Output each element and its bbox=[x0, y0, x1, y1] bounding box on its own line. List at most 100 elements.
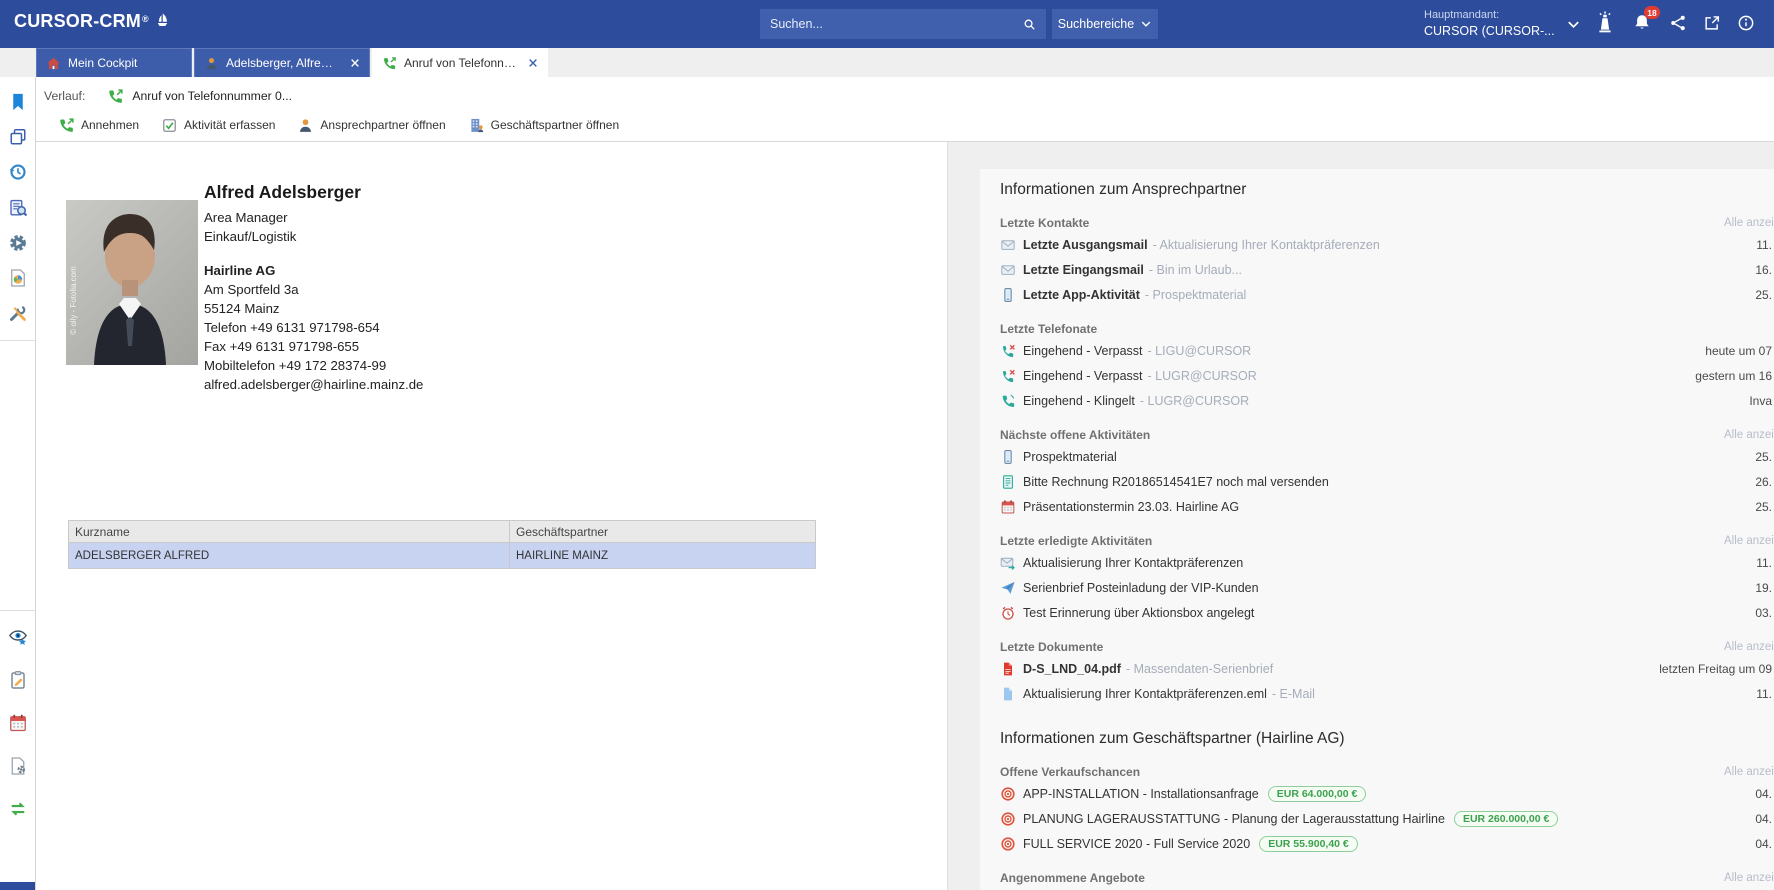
item-text: D-S_LND_04.pdf- Massendaten-Serienbrief bbox=[1023, 662, 1273, 676]
tab-adelsberger-alfred[interactable]: Adelsberger, Alfred, ... bbox=[194, 48, 370, 77]
main-area: © olly - Fotolia.com Alfred Adelsberger … bbox=[36, 142, 1774, 890]
open-in-new-icon[interactable] bbox=[1703, 14, 1721, 32]
contact-street: Am Sportfeld 3a bbox=[204, 280, 423, 299]
item-text: Aktualisierung Ihrer Kontaktpräferenzen.… bbox=[1023, 687, 1315, 701]
sidebar-tools-icon[interactable] bbox=[8, 303, 28, 323]
section-title: Angenommene Angebote bbox=[1000, 871, 1145, 885]
item-text: Bitte Rechnung R20186514541E7 noch mal v… bbox=[1023, 475, 1329, 489]
panel-item[interactable]: APP-INSTALLATION - InstallationsanfrageE… bbox=[1000, 781, 1774, 806]
show-all-link[interactable]: Alle anzeigen bbox=[1724, 872, 1774, 884]
file-icon bbox=[1000, 686, 1016, 702]
contact-company: Hairline AG bbox=[204, 261, 423, 280]
item-date: 26. bbox=[1755, 475, 1774, 489]
item-date: 04. bbox=[1755, 812, 1774, 826]
close-icon[interactable] bbox=[528, 58, 538, 68]
show-all-link[interactable]: Alle anzeigen bbox=[1724, 429, 1774, 441]
contact-department: Einkauf/Logistik bbox=[204, 227, 423, 246]
tab-label: Adelsberger, Alfred, ... bbox=[226, 56, 339, 70]
item-subtitle: - Aktualisierung Ihrer Kontaktpräferenze… bbox=[1153, 238, 1380, 252]
panel-item[interactable]: Präsentationstermin 23.03. Hairline AG25… bbox=[1000, 494, 1774, 519]
item-text: Letzte Ausgangsmail- Aktualisierung Ihre… bbox=[1023, 238, 1380, 252]
share-icon[interactable] bbox=[1669, 14, 1687, 32]
item-subtitle: - LUGR@CURSOR bbox=[1148, 369, 1257, 383]
panel-item[interactable]: PLANUNG LAGERAUSSTATTUNG - Planung der L… bbox=[1000, 806, 1774, 831]
sidebar-bookmark-icon[interactable] bbox=[8, 92, 28, 112]
app-name: CURSOR-CRM bbox=[14, 11, 141, 32]
sidebar-sync-icon[interactable] bbox=[8, 799, 28, 819]
amount-badge: EUR 55.900,40 € bbox=[1259, 836, 1358, 852]
sidebar-report-pie-icon[interactable] bbox=[8, 268, 28, 288]
sidebar-eye-star-icon[interactable] bbox=[8, 627, 28, 647]
column-header[interactable]: Geschäftspartner bbox=[510, 521, 816, 543]
search-scope-button[interactable]: Suchbereiche bbox=[1052, 9, 1158, 39]
table-row[interactable]: ADELSBERGER ALFREDHAIRLINE MAINZ bbox=[69, 543, 816, 569]
amount-badge: EUR 64.000,00 € bbox=[1268, 786, 1367, 802]
panel-item[interactable]: Bitte Rechnung R20186514541E7 noch mal v… bbox=[1000, 469, 1774, 494]
sidebar-copy-icon[interactable] bbox=[8, 127, 28, 147]
search-icon[interactable] bbox=[1022, 17, 1037, 32]
panel-item[interactable]: Letzte Ausgangsmail- Aktualisierung Ihre… bbox=[1000, 232, 1774, 257]
panel-item[interactable]: Eingehend - Verpasst- LIGU@CURSORheute u… bbox=[1000, 338, 1774, 363]
sidebar-search-doc-icon[interactable] bbox=[8, 198, 28, 218]
item-text: Eingehend - Verpasst- LUGR@CURSOR bbox=[1023, 369, 1257, 383]
tab-anruf-von-telefonnu[interactable]: Anruf von Telefonnu... bbox=[372, 48, 548, 77]
tenant-selector[interactable]: Hauptmandant: CURSOR (CURSOR-... bbox=[1424, 7, 1555, 39]
aktivität-erfassen-button[interactable]: Aktivität erfassen bbox=[157, 115, 279, 136]
item-date: heute um 07 bbox=[1705, 344, 1774, 358]
panel-item[interactable]: Aktualisierung Ihrer Kontaktpräferenzen.… bbox=[1000, 681, 1774, 706]
sidebar-clipboard-edit-icon[interactable] bbox=[8, 670, 28, 690]
panel-item[interactable]: D-S_LND_04.pdf- Massendaten-Serienbriefl… bbox=[1000, 656, 1774, 681]
section-letzte-dokumente: Letzte DokumenteAlle anzeigenD-S_LND_04.… bbox=[1000, 638, 1774, 706]
phone-missed-icon bbox=[1000, 343, 1016, 359]
panel-item[interactable]: Eingehend - Verpasst- LUGR@CURSORgestern… bbox=[1000, 363, 1774, 388]
show-all-link[interactable]: Alle anzeigen bbox=[1724, 766, 1774, 778]
show-all-link[interactable]: Alle anzeigen bbox=[1724, 217, 1774, 229]
item-text: Letzte App-Aktivität- Prospektmaterial bbox=[1023, 288, 1246, 302]
annehmen-button[interactable]: Annehmen bbox=[54, 115, 143, 136]
section-letzte-telefonate: Letzte TelefonateEingehend - Verpasst- L… bbox=[1000, 320, 1774, 413]
target-icon bbox=[1000, 786, 1016, 802]
info-icon[interactable] bbox=[1737, 14, 1755, 32]
phone-in-icon bbox=[382, 56, 397, 71]
panel-item[interactable]: Eingehend - Klingelt- LUGR@CURSORInva bbox=[1000, 388, 1774, 413]
sidebar-history-icon[interactable] bbox=[8, 162, 28, 182]
target-icon bbox=[1000, 811, 1016, 827]
lighthouse-icon[interactable] bbox=[1594, 11, 1616, 35]
search-input[interactable] bbox=[760, 17, 1022, 31]
geschäftspartner-öffnen-button[interactable]: Geschäftspartner öffnen bbox=[464, 115, 624, 136]
chevron-down-icon[interactable] bbox=[1566, 17, 1581, 32]
show-all-link[interactable]: Alle anzeigen bbox=[1724, 641, 1774, 653]
chevron-down-icon bbox=[1140, 18, 1152, 30]
close-icon[interactable] bbox=[350, 58, 360, 68]
sidebar-calendar-icon[interactable] bbox=[8, 713, 28, 733]
item-text: Serienbrief Posteinladung der VIP-Kunden bbox=[1023, 581, 1259, 595]
tab-label: Mein Cockpit bbox=[68, 56, 182, 70]
panel-item[interactable]: Test Erinnerung über Aktionsbox angelegt… bbox=[1000, 600, 1774, 625]
sidebar-doc-gear-icon[interactable] bbox=[8, 756, 28, 776]
person-icon bbox=[297, 117, 314, 134]
action-bar: Annehmen Aktivität erfassen Ansprechpartne… bbox=[54, 113, 623, 137]
panel-item[interactable]: Prospektmaterial25. bbox=[1000, 444, 1774, 469]
column-header[interactable]: Kurzname bbox=[69, 521, 510, 543]
panel-item[interactable]: Serienbrief Posteinladung der VIP-Kunden… bbox=[1000, 575, 1774, 600]
item-date: 11. bbox=[1756, 238, 1774, 252]
panel-item[interactable]: Letzte Eingangsmail- Bin im Urlaub...16. bbox=[1000, 257, 1774, 282]
item-text: Letzte Eingangsmail- Bin im Urlaub... bbox=[1023, 263, 1242, 277]
contact-photo: © olly - Fotolia.com bbox=[66, 200, 198, 365]
action-label: Ansprechpartner öffnen bbox=[320, 118, 445, 132]
panel-item[interactable]: Letzte App-Aktivität- Prospektmaterial25… bbox=[1000, 282, 1774, 307]
history-current-item[interactable]: Anruf von Telefonnummer 0... bbox=[132, 89, 292, 103]
contact-card: © olly - Fotolia.com Alfred Adelsberger … bbox=[36, 142, 948, 890]
panel-item[interactable]: Aktualisierung Ihrer Kontaktpräferenzen1… bbox=[1000, 550, 1774, 575]
phone-incoming-icon bbox=[107, 88, 124, 105]
item-text: FULL SERVICE 2020 - Full Service 2020 bbox=[1023, 837, 1250, 851]
panel-item[interactable]: FULL SERVICE 2020 - Full Service 2020 EUR… bbox=[1000, 831, 1774, 856]
section-title: Nächste offene Aktivitäten bbox=[1000, 428, 1150, 442]
sidebar-gear-play-icon[interactable] bbox=[8, 233, 28, 253]
registered-mark: ® bbox=[142, 14, 149, 24]
context-toolbar: Verlauf: Anruf von Telefonnummer 0... An… bbox=[36, 77, 1774, 142]
ansprechpartner-öffnen-button[interactable]: Ansprechpartner öffnen bbox=[293, 115, 449, 136]
plane-icon bbox=[1000, 580, 1016, 596]
tab-mein-cockpit[interactable]: Mein Cockpit bbox=[36, 48, 192, 77]
show-all-link[interactable]: Alle anzeigen bbox=[1724, 535, 1774, 547]
